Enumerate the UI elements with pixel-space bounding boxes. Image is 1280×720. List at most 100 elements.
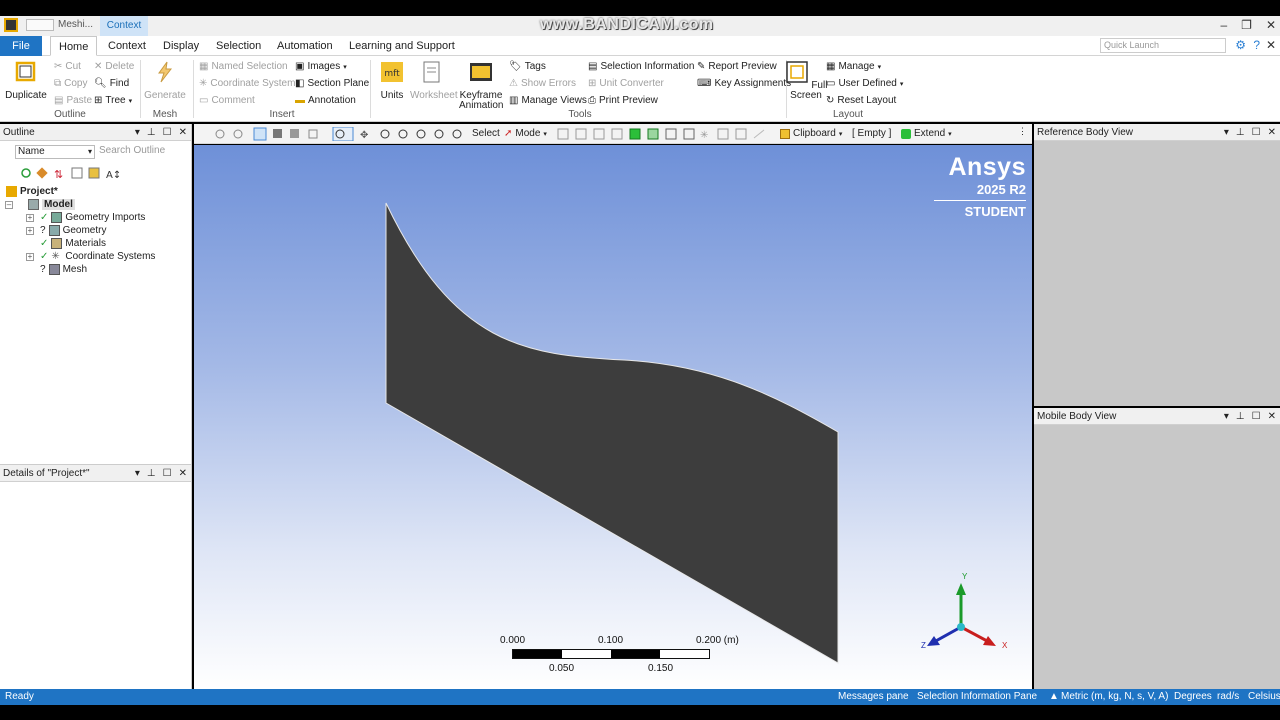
edge-select-icon[interactable] bbox=[290, 129, 299, 138]
maximize-icon[interactable]: ☐ bbox=[1252, 124, 1261, 141]
toolbar-overflow-icon[interactable]: ⋮ bbox=[1018, 126, 1027, 137]
tree-node-materials[interactable]: ✓ Materials bbox=[40, 238, 106, 249]
selection-info-pane-button[interactable]: Selection Information Pane bbox=[917, 689, 1037, 705]
paste-button[interactable]: ▤ Paste bbox=[54, 95, 92, 106]
find-button[interactable]: 🔍︎ Find bbox=[94, 78, 129, 89]
tree-node-project[interactable]: Project* bbox=[6, 186, 58, 197]
filter-icon[interactable] bbox=[575, 128, 587, 140]
tab-display[interactable]: Display bbox=[155, 36, 207, 56]
print-preview-button[interactable]: ⎙ Print Preview bbox=[588, 95, 658, 106]
zoom-fit-icon[interactable] bbox=[416, 129, 426, 139]
unit-converter-button[interactable]: ⊞ Unit Converter bbox=[588, 78, 664, 89]
tree-node-model[interactable]: Model bbox=[28, 199, 75, 210]
dropdown-icon[interactable]: ▾ bbox=[135, 465, 140, 482]
search-outline-input[interactable]: Search Outline bbox=[96, 145, 186, 159]
tree-toggle[interactable]: + bbox=[26, 214, 34, 222]
graphics-viewport[interactable]: Y X Z Ansys 2025 R2 STUDENT 0.000 0.100 … bbox=[194, 145, 1032, 689]
keyframe-animation-button[interactable]: Keyframe Animation bbox=[459, 60, 503, 111]
pin-icon[interactable]: ⊥ bbox=[1236, 408, 1245, 425]
close-window-button[interactable]: ✕ bbox=[1266, 18, 1276, 32]
manage-button[interactable]: ▦ Manage ▾ bbox=[826, 61, 881, 72]
settings-icon[interactable]: ⚙ bbox=[1235, 38, 1246, 52]
key-assignments-button[interactable]: ⌨ Key Assignments bbox=[697, 78, 791, 89]
named-selection-button[interactable]: ▦ Named Selection bbox=[199, 61, 288, 72]
user-defined-button[interactable]: ▭ User Defined ▾ bbox=[826, 78, 903, 89]
copy-button[interactable]: ⧉ Copy bbox=[54, 78, 88, 89]
title-tab-mesh[interactable]: Meshi... bbox=[58, 19, 93, 30]
dropdown-icon[interactable]: ▾ bbox=[1224, 408, 1229, 425]
close-icon[interactable]: ✕ bbox=[179, 465, 187, 482]
filter-icon[interactable] bbox=[593, 128, 605, 140]
tab-context[interactable]: Context bbox=[100, 36, 154, 56]
filter-icon[interactable] bbox=[717, 128, 729, 140]
restore-button[interactable]: ❐ bbox=[1241, 18, 1252, 32]
manage-views-button[interactable]: ▥ Manage Views bbox=[509, 95, 587, 106]
images-button[interactable]: ▣ Images ▾ bbox=[295, 61, 347, 72]
filter-icon[interactable] bbox=[683, 128, 695, 140]
show-errors-button[interactable]: ⚠ Show Errors bbox=[509, 78, 576, 89]
dropdown-icon[interactable]: ▾ bbox=[135, 124, 140, 141]
coordinate-system-button[interactable]: ✳ Coordinate System bbox=[199, 78, 295, 89]
sort-icon[interactable]: ⇅ bbox=[54, 168, 63, 180]
pin-icon[interactable]: ⊥ bbox=[147, 124, 156, 141]
expand-all-icon[interactable] bbox=[71, 167, 83, 179]
tree-toggle[interactable]: + bbox=[26, 227, 34, 235]
magnifier-icon[interactable] bbox=[434, 129, 444, 139]
generate-button[interactable]: Generate bbox=[143, 60, 187, 101]
help-icon[interactable]: ? bbox=[1253, 38, 1260, 52]
tree-button[interactable]: ⊞ Tree ▾ bbox=[94, 95, 132, 106]
close-icon[interactable]: ✕ bbox=[1268, 124, 1276, 141]
tree-node-mesh[interactable]: ? Mesh bbox=[40, 264, 87, 275]
annotation-button[interactable]: ▬ Annotation bbox=[295, 95, 356, 106]
close-icon[interactable]: ✕ bbox=[179, 124, 187, 141]
tree-toggle[interactable]: – bbox=[5, 201, 13, 209]
reset-layout-button[interactable]: ↻ Reset Layout bbox=[826, 95, 896, 106]
geometry-body[interactable] bbox=[385, 202, 839, 664]
zoom-icon[interactable] bbox=[233, 129, 243, 139]
quick-access-toolbar[interactable] bbox=[26, 19, 54, 31]
extend-button[interactable]: Extend ▾ bbox=[901, 128, 952, 139]
select-button[interactable]: Select bbox=[472, 128, 500, 139]
report-preview-button[interactable]: ✎ Report Preview bbox=[697, 61, 777, 72]
filter-icon[interactable] bbox=[611, 128, 623, 140]
filter-icon[interactable] bbox=[629, 128, 641, 140]
refresh-icon[interactable] bbox=[21, 168, 31, 178]
full-screen-button[interactable]: Full Screen bbox=[784, 60, 828, 101]
comment-button[interactable]: ▭ Comment bbox=[199, 95, 255, 106]
filter-icon[interactable]: ✳ bbox=[700, 130, 708, 141]
tags-button[interactable]: 🏷︎ Tags bbox=[509, 61, 546, 72]
zoom-in-icon[interactable] bbox=[380, 129, 390, 139]
vertex-select-icon[interactable] bbox=[308, 129, 318, 139]
temperature-unit-button[interactable]: Celsius bbox=[1248, 689, 1280, 705]
filter-icon[interactable] bbox=[557, 128, 569, 140]
minimize-button[interactable]: – bbox=[1220, 18, 1227, 32]
units-up-icon[interactable]: ▲ bbox=[1049, 689, 1059, 705]
tree-node-coordinate-systems[interactable]: ✓ ✳ Coordinate Systems bbox=[40, 251, 155, 262]
filter-icon[interactable] bbox=[647, 128, 659, 140]
tab-home[interactable]: Home bbox=[50, 36, 98, 56]
tab-automation[interactable]: Automation bbox=[269, 36, 341, 56]
cut-button[interactable]: ✂ Cut bbox=[54, 61, 81, 72]
previous-view-icon[interactable] bbox=[452, 129, 462, 139]
tree-node-geometry-imports[interactable]: ✓ Geometry Imports bbox=[40, 212, 145, 223]
delete-button[interactable]: ✕ Delete bbox=[94, 61, 134, 72]
filter-icon[interactable] bbox=[735, 128, 747, 140]
outline-filter-select[interactable]: Name ▾ bbox=[15, 145, 95, 159]
tab-selection[interactable]: Selection bbox=[208, 36, 269, 56]
zoom-box-icon[interactable] bbox=[398, 129, 408, 139]
tree-node-geometry[interactable]: ? Geometry bbox=[40, 225, 106, 236]
close-ribbon-button[interactable]: ✕ bbox=[1266, 38, 1276, 52]
filter-icon[interactable] bbox=[753, 129, 765, 139]
sort-alpha-icon[interactable]: A↕ bbox=[106, 170, 121, 180]
maximize-icon[interactable]: ☐ bbox=[163, 124, 172, 141]
maximize-icon[interactable]: ☐ bbox=[163, 465, 172, 482]
pin-icon[interactable]: ⊥ bbox=[147, 465, 156, 482]
tab-learning-support[interactable]: Learning and Support bbox=[341, 36, 463, 56]
collapse-all-icon[interactable] bbox=[88, 167, 100, 179]
dropdown-icon[interactable]: ▾ bbox=[1224, 124, 1229, 141]
selection-information-button[interactable]: ▤ Selection Information bbox=[588, 61, 694, 72]
quick-launch-input[interactable]: Quick Launch bbox=[1100, 38, 1226, 53]
filter-icon[interactable] bbox=[665, 128, 677, 140]
worksheet-button[interactable]: Worksheet bbox=[410, 60, 458, 101]
pan-icon[interactable]: ✥ bbox=[360, 130, 368, 141]
